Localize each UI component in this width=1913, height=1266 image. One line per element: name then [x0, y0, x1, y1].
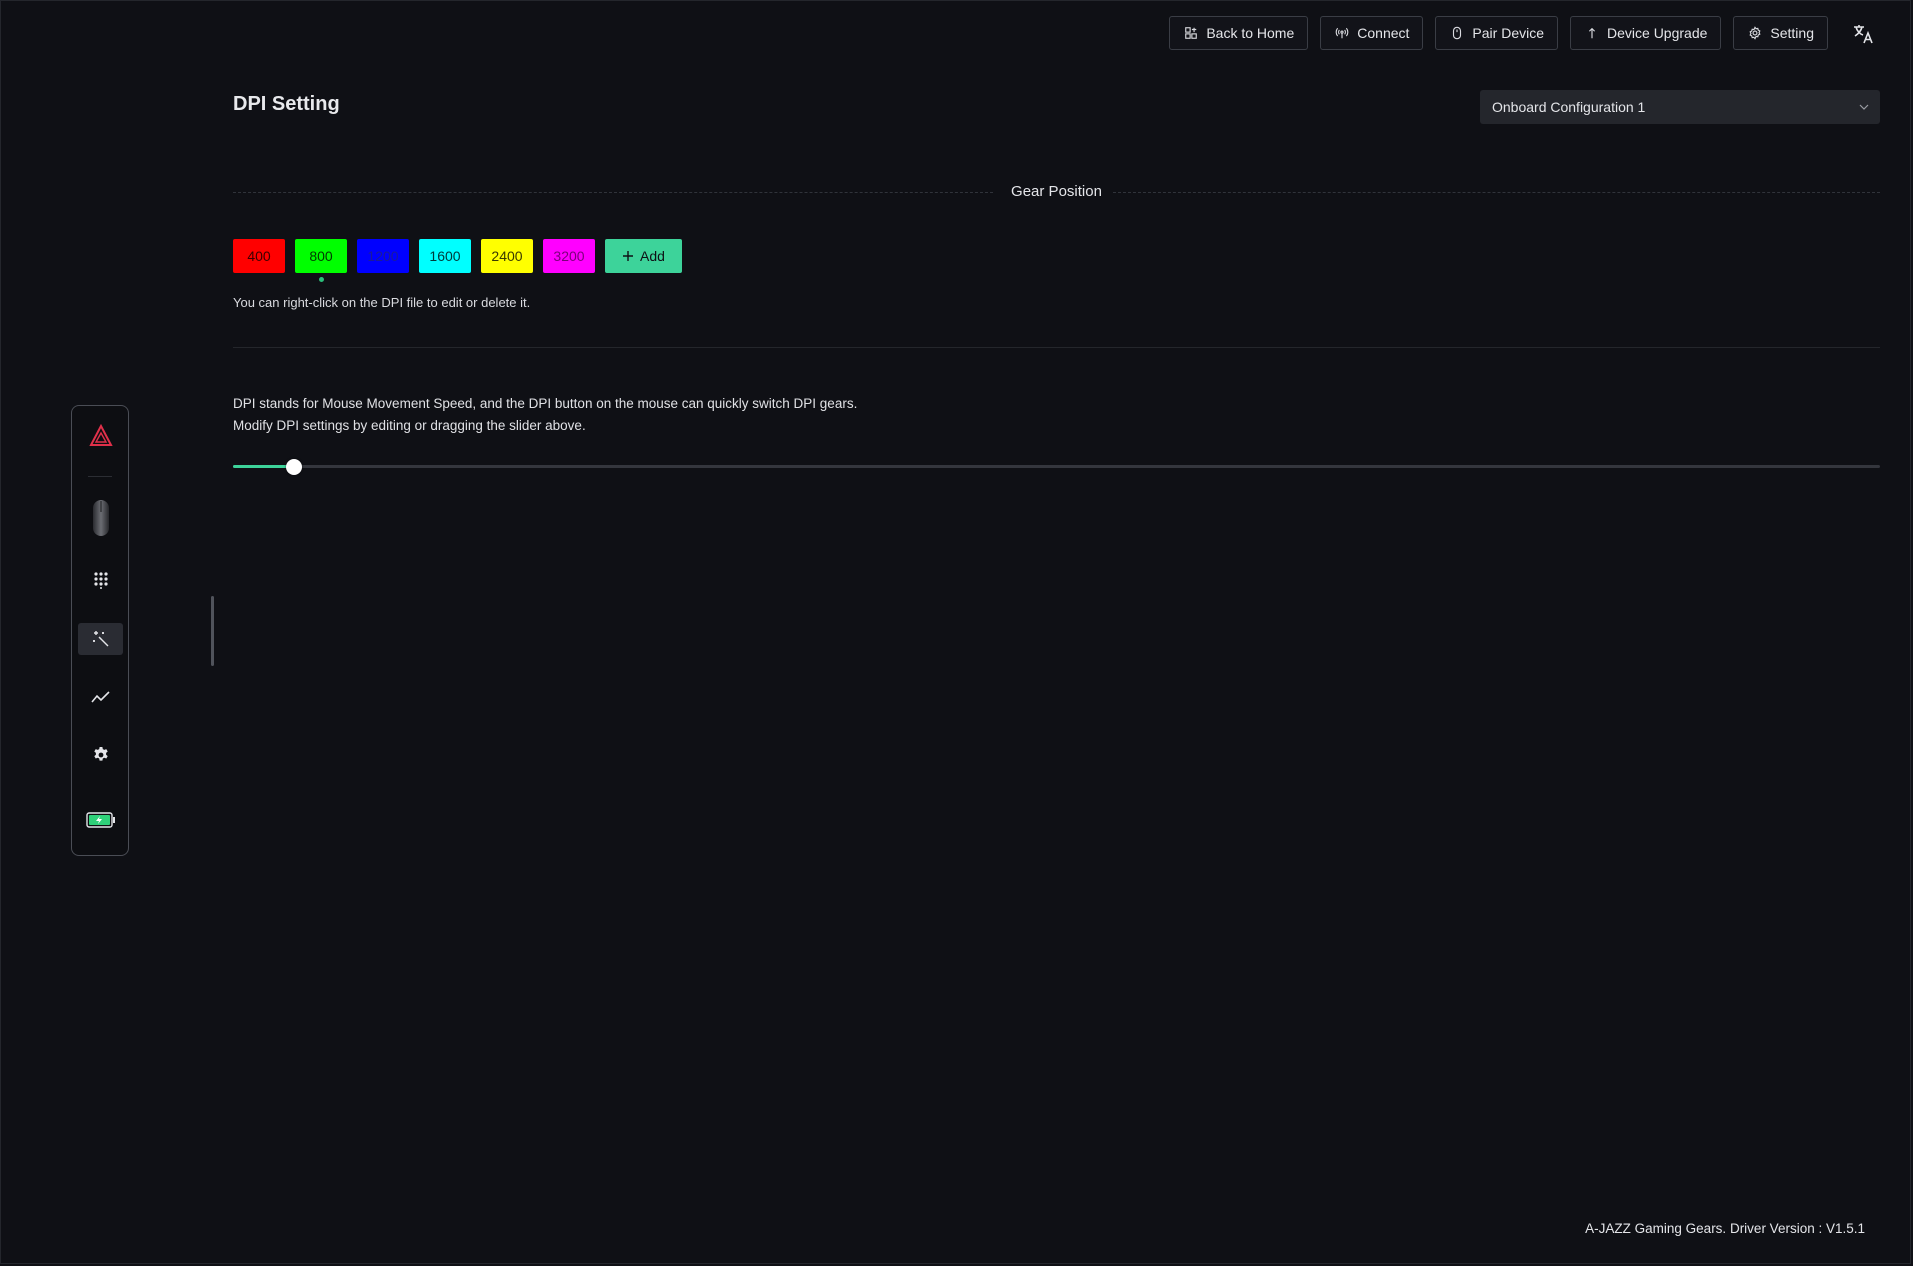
- slider-track: [233, 465, 1880, 468]
- sidebar-nav: [71, 405, 129, 856]
- dpi-gear-value: 400: [247, 248, 271, 264]
- dpi-gear-list: 400 800 1200 1600 2400 3200 Add: [233, 239, 682, 282]
- sidebar-item-battery: [78, 804, 123, 836]
- connect-button[interactable]: Connect: [1320, 16, 1424, 50]
- sidebar-item-dpi[interactable]: [78, 623, 123, 655]
- back-to-home-button[interactable]: Back to Home: [1169, 16, 1309, 50]
- gear-position-divider: Gear Position: [233, 180, 1880, 204]
- dpi-gear-value: 2400: [491, 248, 523, 264]
- dpi-gear-1200[interactable]: 1200: [357, 239, 409, 273]
- upgrade-icon: [1588, 27, 1596, 39]
- back-to-home-label: Back to Home: [1206, 25, 1295, 41]
- pair-device-label: Pair Device: [1472, 25, 1545, 41]
- dpi-description: DPI stands for Mouse Movement Speed, and…: [233, 393, 857, 437]
- magic-wand-icon: [92, 631, 108, 647]
- brand-logo-icon: [88, 423, 113, 446]
- home-icon: [1185, 27, 1198, 39]
- onboard-config-select[interactable]: Onboard Configuration 1: [1480, 90, 1880, 124]
- pair-device-button[interactable]: Pair Device: [1435, 16, 1559, 50]
- dpi-description-line-1: DPI stands for Mouse Movement Speed, and…: [233, 396, 858, 411]
- slider-thumb[interactable]: [285, 459, 302, 475]
- dpi-gear-value: 800: [309, 248, 333, 264]
- sidebar-item-performance[interactable]: [78, 681, 123, 713]
- dpi-gear-1600[interactable]: 1600: [419, 239, 471, 273]
- sidebar-item-keys[interactable]: [78, 564, 123, 596]
- active-gear-indicator: [318, 277, 324, 282]
- dpi-gear-2400[interactable]: 2400: [481, 239, 533, 273]
- device-upgrade-label: Device Upgrade: [1607, 25, 1708, 41]
- setting-button[interactable]: Setting: [1733, 16, 1828, 50]
- sidebar-item-settings[interactable]: [78, 739, 123, 771]
- section-divider: [233, 347, 1880, 348]
- dpi-slider[interactable]: [233, 459, 1880, 475]
- gear-icon: [93, 747, 108, 761]
- dpi-gear-value: 1200: [367, 248, 399, 264]
- dpi-gear-400[interactable]: 400: [233, 239, 285, 273]
- sidebar-item-device[interactable]: [78, 496, 123, 540]
- setting-label: Setting: [1770, 25, 1814, 41]
- sidebar-item-logo[interactable]: [78, 420, 123, 452]
- dpi-gear-800[interactable]: 800: [295, 239, 347, 282]
- top-toolbar: Back to Home Connect Pair Device Device …: [1169, 16, 1828, 50]
- add-dpi-label: Add: [640, 248, 665, 264]
- trend-line-icon: [90, 691, 110, 703]
- panel-resize-handle[interactable]: [211, 596, 214, 666]
- gear-icon: [1749, 26, 1761, 40]
- translate-icon[interactable]: [1851, 22, 1875, 46]
- slider-fill: [233, 465, 294, 468]
- footer-version: A-JAZZ Gaming Gears. Driver Version : V1…: [1585, 1221, 1865, 1236]
- add-dpi-button[interactable]: Add: [605, 239, 682, 273]
- dpi-gear-3200[interactable]: 3200: [543, 239, 595, 273]
- divider-line-right: [1113, 192, 1880, 193]
- mouse-icon: [1453, 26, 1462, 40]
- battery-icon: [85, 812, 115, 828]
- dpi-edit-hint: You can right-click on the DPI file to e…: [233, 295, 531, 310]
- signal-icon: [1335, 27, 1349, 39]
- sidebar-separator: [88, 476, 112, 477]
- mouse-image: [92, 500, 109, 536]
- dpi-description-line-2: Modify DPI settings by editing or draggi…: [233, 418, 586, 433]
- dpi-gear-value: 1600: [429, 248, 461, 264]
- plus-icon: [623, 251, 634, 261]
- connect-label: Connect: [1357, 25, 1410, 41]
- page-title: DPI Setting: [233, 93, 340, 115]
- device-upgrade-button[interactable]: Device Upgrade: [1570, 16, 1722, 50]
- chevron-down-icon: [1859, 104, 1869, 110]
- config-select-value: Onboard Configuration 1: [1492, 99, 1646, 115]
- keypad-icon: [93, 572, 108, 589]
- dpi-gear-value: 3200: [553, 248, 585, 264]
